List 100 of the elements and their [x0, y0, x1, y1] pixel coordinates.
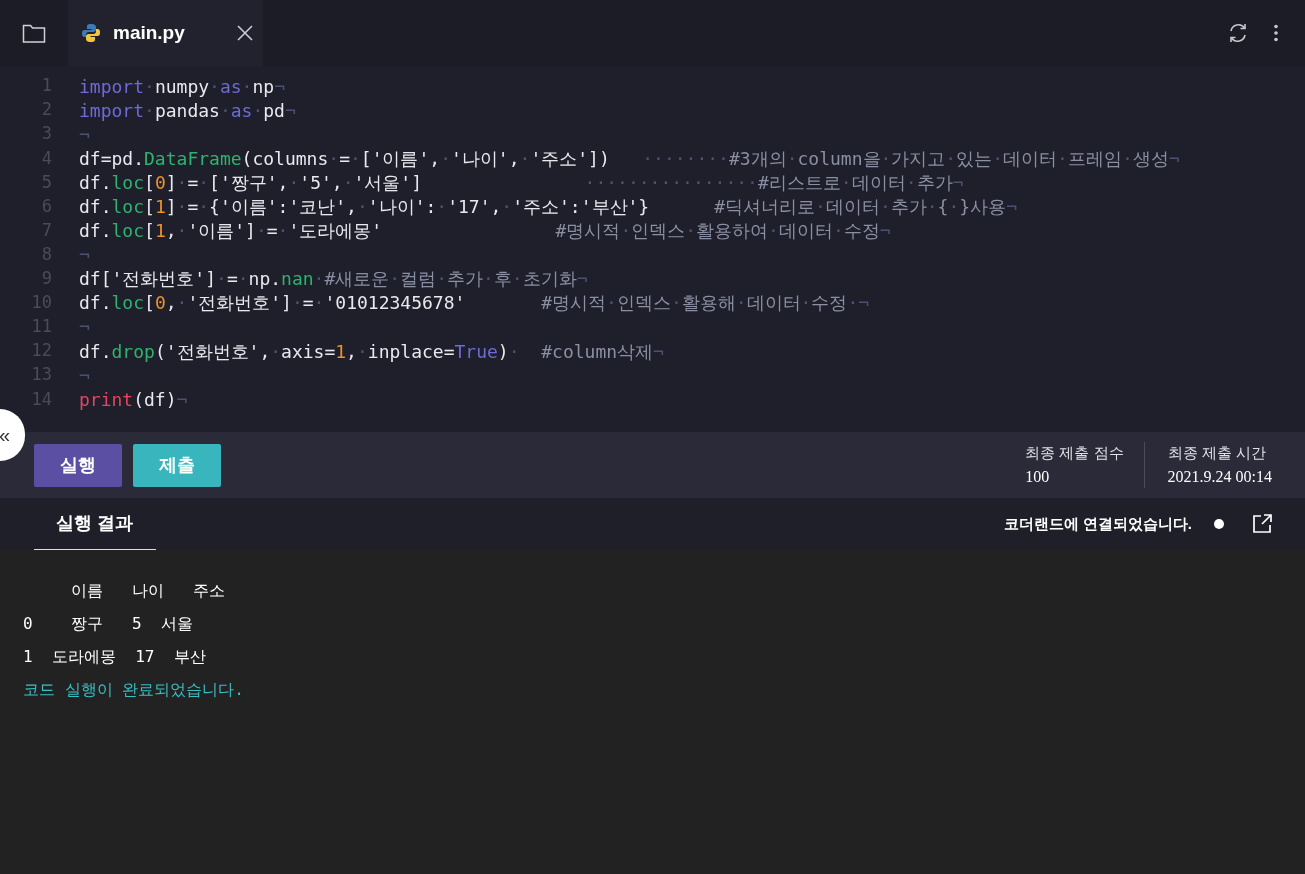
code-comment: 후 [493, 267, 512, 292]
function-token: loc [111, 170, 145, 195]
code-text: {'이름':'코난', [209, 195, 357, 219]
whitespace-marker: · [176, 195, 188, 219]
python-icon [81, 23, 101, 43]
output-line: 이름 나이 주소 [70, 580, 226, 602]
more-icon[interactable] [1273, 24, 1279, 42]
code-comment: #딕셔너리로 [713, 195, 816, 219]
whitespace-marker: ¬ [79, 243, 90, 268]
whitespace-marker: · [255, 219, 267, 244]
code-comment: 인덱스 [631, 219, 686, 244]
code-text: ['짱구', [209, 170, 289, 195]
whitespace-marker: ················ [583, 170, 758, 195]
code-text: '5', [299, 170, 343, 195]
stat-value: 100 [1025, 466, 1051, 487]
code-text: '전화번호'] [187, 291, 292, 316]
whitespace-marker: · [342, 170, 354, 195]
code-comment: 추가 [890, 195, 927, 219]
code-text: '주소':'부산'} [512, 195, 650, 219]
code-comment: #column삭제 [540, 339, 654, 364]
whitespace-marker: · [291, 291, 303, 316]
code-text: df. [79, 219, 112, 244]
whitespace-marker: · [879, 195, 891, 219]
whitespace-marker: · [436, 195, 448, 219]
whitespace-marker: · [482, 267, 494, 292]
builtin-token: print [79, 387, 134, 412]
code-text: ] [165, 170, 177, 195]
whitespace-marker: · [800, 291, 812, 316]
whitespace-marker: ¬ [274, 74, 285, 99]
whitespace-marker: · [945, 146, 957, 171]
code-text: df=pd. [79, 146, 145, 171]
whitespace-marker: ¬ [79, 315, 90, 340]
code-text: numpy [154, 74, 210, 99]
whitespace-marker: ¬ [1006, 195, 1017, 219]
folder-icon[interactable] [22, 22, 46, 44]
close-icon[interactable] [236, 25, 253, 41]
refresh-icon[interactable] [1227, 22, 1249, 44]
code-comment: 활용하여 [696, 219, 769, 244]
function-token: DataFrame [144, 146, 242, 171]
whitespace-marker: · [620, 219, 632, 244]
code-text: = [266, 219, 278, 244]
file-tab[interactable]: main.py [68, 0, 263, 66]
code-comment: 추가 [446, 267, 483, 292]
code-text: np [252, 74, 275, 99]
whitespace-marker: · [606, 291, 617, 316]
whitespace-marker: · [356, 339, 368, 364]
keyword-token: import [79, 98, 145, 123]
number-token: 1 [154, 219, 166, 244]
code-text: ('전화번호', [154, 339, 271, 364]
whitespace-marker: · [144, 74, 155, 99]
whitespace-marker: · [144, 98, 155, 123]
whitespace-marker: · [241, 74, 253, 99]
code-text: ) [497, 339, 509, 364]
code-text: ['이름', [360, 146, 441, 171]
run-button[interactable]: 실행 [34, 443, 122, 487]
whitespace-marker: · [786, 146, 798, 171]
function-token: loc [111, 291, 145, 316]
code-text: = [302, 291, 314, 316]
number-token: 0 [154, 291, 166, 316]
whitespace-marker: ¬ [1168, 146, 1180, 171]
code-text: , [165, 291, 177, 316]
whitespace-marker: · [905, 170, 917, 195]
whitespace-marker: · [519, 146, 531, 171]
whitespace-marker: · [198, 170, 210, 195]
whitespace-marker: · [328, 146, 340, 171]
whitespace-marker: · [501, 195, 513, 219]
code-comment: 컬럼 [400, 267, 437, 292]
whitespace-marker: · [198, 195, 210, 219]
whitespace-marker: · [735, 291, 747, 316]
keyword-token: as [219, 74, 242, 99]
number-token: 0 [154, 170, 166, 195]
whitespace-marker: ¬ [879, 219, 891, 244]
code-text: = [187, 170, 199, 195]
whitespace-marker: ¬ [952, 170, 964, 195]
connection-status: 코더랜드에 연결되었습니다. [1003, 513, 1192, 534]
whitespace-marker: · [176, 291, 188, 316]
external-link-icon[interactable] [1251, 513, 1273, 535]
code-text: inplace= [367, 339, 455, 364]
function-token: drop [111, 339, 155, 364]
code-text: df. [79, 170, 112, 195]
whitespace-marker: · [349, 146, 361, 171]
code-comment: 데이터 [1003, 146, 1058, 171]
number-token: 1 [335, 339, 347, 364]
whitespace-marker: · [176, 170, 188, 195]
whitespace-marker: · [670, 291, 682, 316]
function-token: nan [281, 267, 314, 292]
whitespace-marker: · [832, 219, 844, 244]
whitespace-marker: ¬ [176, 387, 188, 412]
code-comment: 초기화 [522, 267, 577, 292]
code-text: (df) [133, 387, 177, 412]
code-editor[interactable] [0, 66, 1305, 432]
whitespace-marker: ········ [641, 146, 729, 171]
keyword-token: True [454, 339, 498, 364]
code-text: (columns [241, 146, 329, 171]
code-comment: #명시적 [554, 219, 621, 244]
code-text: '서울'] [353, 170, 422, 195]
code-text: [ [144, 170, 155, 195]
whitespace-marker: · [1057, 146, 1068, 171]
code-text: '01012345678' [324, 291, 466, 316]
code-comment: 데이터 [825, 195, 880, 219]
